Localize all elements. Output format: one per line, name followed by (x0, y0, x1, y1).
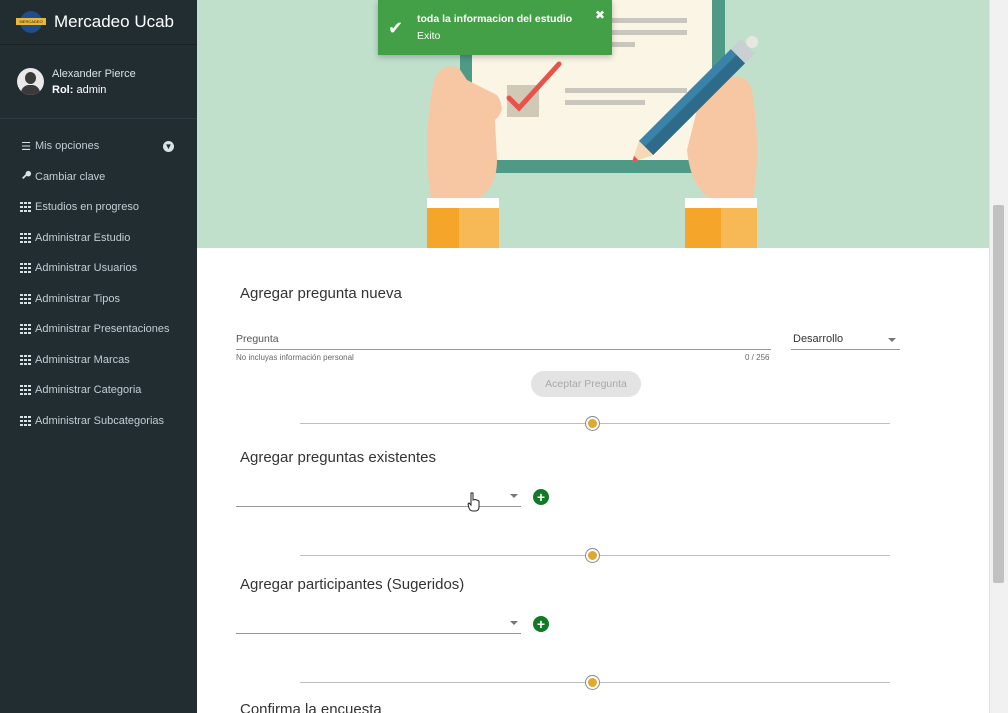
sidebar-item-administrar-categoria[interactable]: Administrar Categoria (0, 375, 197, 406)
toast-title: toda la informacion del estudio (417, 13, 573, 25)
add-existing-question-button[interactable]: + (533, 489, 549, 505)
grid-icon (20, 293, 31, 304)
question-hint: No incluyas información personal (236, 353, 354, 362)
scrollbar-thumb[interactable] (993, 205, 1004, 583)
avatar (17, 68, 44, 95)
logo-icon: MERCADEO (16, 11, 46, 33)
user-role: Rol: admin (52, 83, 107, 96)
sidebar-item-cambiar-clave[interactable]: Cambiar clave (0, 162, 197, 193)
sidebar-item-administrar-estudio[interactable]: Administrar Estudio (0, 223, 197, 254)
user-name: Alexander Pierce (52, 67, 136, 80)
grid-icon (20, 385, 31, 396)
confirm-heading: Confirma la encuesta (240, 701, 382, 713)
add-participant-button[interactable]: + (533, 616, 549, 632)
sidebar-item-estudios-en-progreso[interactable]: Estudios en progreso (0, 192, 197, 223)
grid-icon (20, 415, 31, 426)
grid-icon (20, 202, 31, 213)
question-input-underline (236, 349, 771, 350)
sidebar-item-administrar-presentaciones[interactable]: Administrar Presentaciones (0, 314, 197, 345)
sidebar-item-administrar-tipos[interactable]: Administrar Tipos (0, 284, 197, 315)
sidebar: MERCADEO Mercadeo Ucab Alexander Pierce … (0, 0, 197, 713)
chevron-down-icon[interactable] (510, 621, 518, 625)
chevron-down-icon[interactable] (888, 338, 896, 342)
key-icon (20, 170, 32, 184)
grid-icon (20, 354, 31, 365)
question-type-select[interactable]: Desarrollo (793, 333, 843, 345)
app-title[interactable]: Mercadeo Ucab (54, 12, 174, 32)
grid-icon (20, 263, 31, 274)
divider-dot-icon (586, 676, 599, 689)
user-panel: Alexander Pierce Rol: admin (0, 45, 197, 119)
grid-icon (20, 324, 31, 335)
sidebar-item-mis-opciones[interactable]: ☰ Mis opciones ▼ (0, 131, 197, 162)
brand[interactable]: MERCADEO Mercadeo Ucab (0, 0, 197, 45)
check-icon: ✔ (388, 18, 404, 38)
participants-select[interactable] (236, 633, 521, 634)
toast-message: Exito (417, 30, 441, 42)
divider-dot-icon (586, 417, 599, 430)
sidebar-item-administrar-usuarios[interactable]: Administrar Usuarios (0, 253, 197, 284)
hero-illustration: ✔ toda la informacion del estudio Exito … (197, 0, 989, 248)
new-question-heading: Agregar pregunta nueva (240, 285, 402, 302)
participants-heading: Agregar participantes (Sugeridos) (240, 576, 465, 593)
hand-cursor-icon (467, 492, 480, 512)
accept-question-button[interactable]: Aceptar Pregunta (531, 371, 641, 397)
grid-icon (20, 232, 31, 243)
question-counter: 0 / 256 (745, 353, 770, 362)
success-toast: ✔ toda la informacion del estudio Exito … (378, 0, 612, 55)
sidebar-item-administrar-subcategorias[interactable]: Administrar Subcategorias (0, 406, 197, 437)
close-icon[interactable]: ✖ (595, 8, 605, 22)
sidebar-item-administrar-marcas[interactable]: Administrar Marcas (0, 345, 197, 376)
page-scrollbar[interactable] (989, 0, 1008, 713)
main-content: ✔ toda la informacion del estudio Exito … (197, 0, 989, 713)
sidebar-menu: ☰ Mis opciones ▼ Cambiar clave Estudios … (0, 131, 197, 436)
existing-questions-heading: Agregar preguntas existentes (240, 449, 436, 466)
divider-dot-icon (586, 549, 599, 562)
question-type-underline (791, 349, 900, 350)
question-input[interactable]: Pregunta (236, 333, 279, 345)
chevron-down-icon[interactable] (510, 494, 518, 498)
bars-icon: ☰ (21, 140, 31, 153)
chevron-down-icon[interactable]: ▼ (163, 141, 174, 152)
